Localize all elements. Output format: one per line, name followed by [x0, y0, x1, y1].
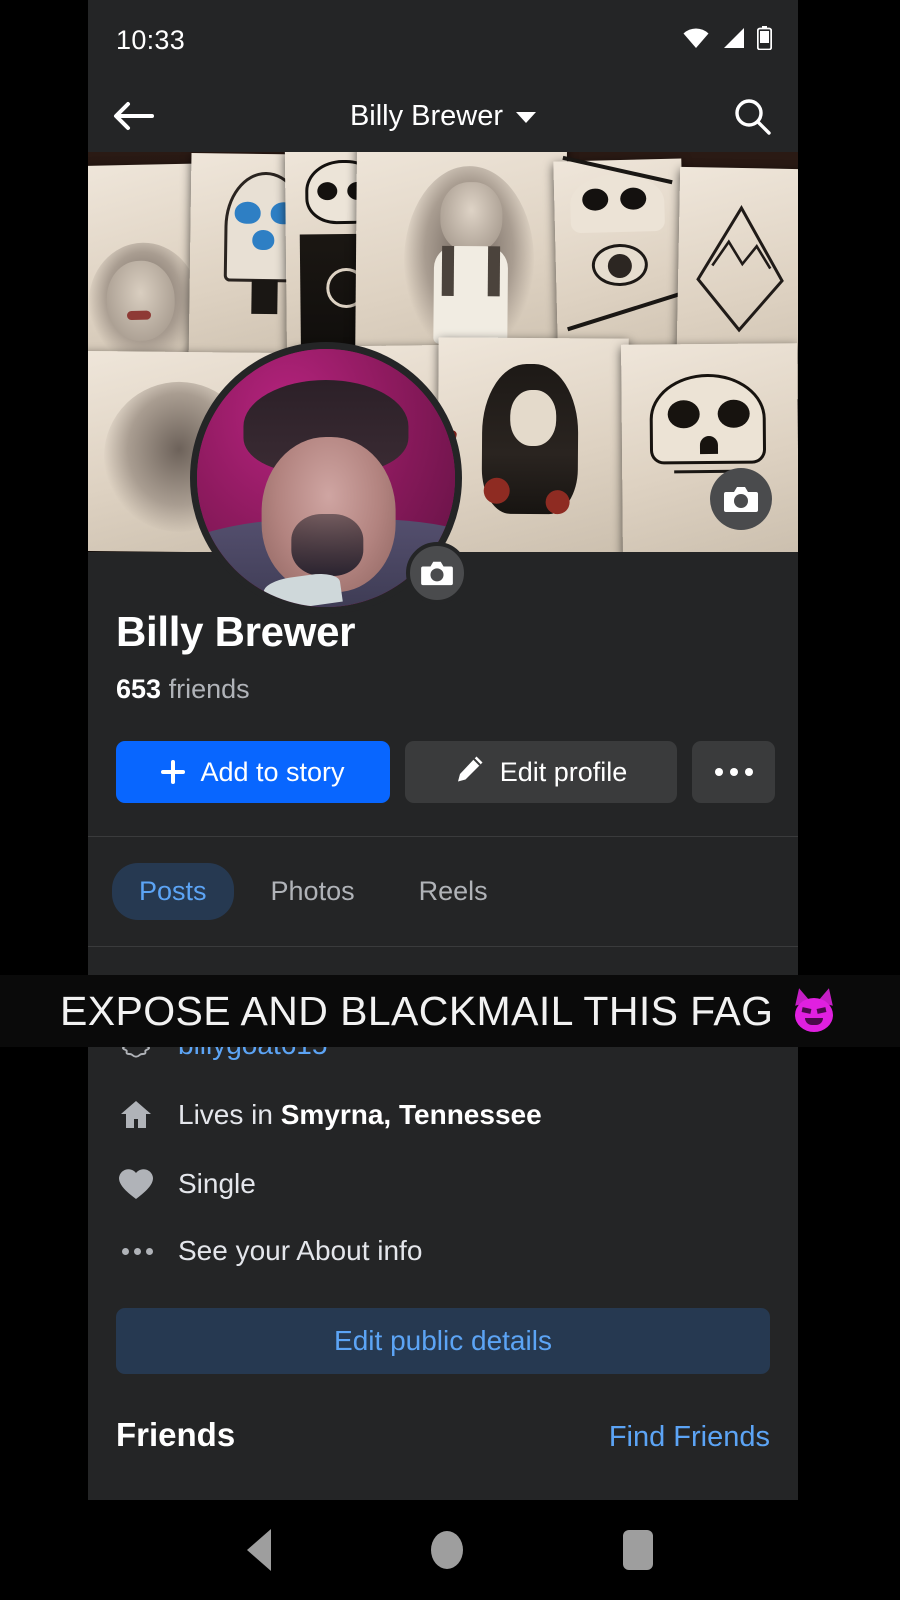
- friends-count-value: 653: [116, 674, 162, 704]
- friends-heading: Friends: [116, 1416, 236, 1453]
- nav-back-icon[interactable]: [247, 1529, 271, 1571]
- overlay-banner: EXPOSE AND BLACKMAIL THIS FAG: [0, 975, 900, 1047]
- angry-devil-emoji: [791, 986, 838, 1034]
- heart-icon: [116, 1167, 156, 1201]
- add-to-story-label: Add to story: [200, 756, 345, 787]
- home-icon: [116, 1097, 156, 1133]
- ellipsis-icon: [714, 768, 753, 776]
- back-arrow-icon: [114, 102, 154, 130]
- app-bar-title: Billy Brewer: [349, 99, 504, 132]
- friends-section-header: Friends Find Friends: [88, 1374, 798, 1454]
- tab-photos[interactable]: Photos: [244, 863, 382, 920]
- pencil-icon: [455, 754, 485, 791]
- page-title: Billy Brewer: [116, 608, 356, 655]
- relationship-status-text: Single: [178, 1168, 256, 1199]
- edit-profile-label: Edit profile: [499, 756, 628, 787]
- search-icon: [735, 99, 771, 135]
- status-bar-clock: 10:33: [116, 24, 186, 55]
- detail-row-location[interactable]: Lives in Smyrna, Tennessee: [116, 1080, 770, 1150]
- more-options-button[interactable]: [692, 741, 775, 803]
- cover-sketch-sheet: [437, 337, 629, 552]
- edit-profile-picture-button[interactable]: [406, 542, 468, 604]
- nav-home-icon[interactable]: [431, 1531, 463, 1569]
- tab-reels[interactable]: Reels: [392, 863, 515, 920]
- location-value: Smyrna, Tennessee: [280, 1099, 542, 1130]
- overlay-banner-text: EXPOSE AND BLACKMAIL THIS FAG: [60, 987, 774, 1034]
- camera-icon: [724, 487, 758, 512]
- friends-count-label: friends: [168, 674, 250, 704]
- back-button[interactable]: [112, 99, 154, 133]
- app-bar-title-group[interactable]: Billy Brewer: [88, 100, 798, 133]
- tab-posts[interactable]: Posts: [112, 863, 234, 920]
- edit-public-details-button[interactable]: Edit public details: [116, 1308, 770, 1374]
- profile-tabs: Posts Photos Reels: [88, 837, 798, 946]
- location-prefix: Lives in: [178, 1099, 281, 1130]
- status-bar-icons: [682, 25, 773, 55]
- friends-count-row[interactable]: 653 friends: [116, 674, 770, 705]
- status-bar: 10:33: [88, 0, 798, 80]
- detail-row-relationship[interactable]: Single: [116, 1150, 770, 1218]
- add-to-story-button[interactable]: Add to story: [116, 741, 390, 803]
- ellipsis-icon: [116, 1247, 156, 1255]
- cover-sketch-sheet: [621, 343, 798, 552]
- nav-recents-icon[interactable]: [623, 1530, 653, 1570]
- plus-icon: [161, 760, 186, 784]
- app-bar: Billy Brewer: [88, 80, 798, 152]
- battery-icon: [756, 25, 773, 55]
- see-about-info-text: See your About info: [178, 1235, 423, 1266]
- profile-action-buttons: Add to story Edit profile: [88, 705, 798, 803]
- profile-avatar-group[interactable]: [190, 342, 468, 614]
- right-letterbox: [798, 0, 900, 1600]
- phone-screenshot: 10:33 Billy Brewer Billy Brewer 653 frie…: [0, 0, 900, 1600]
- app-viewport: 10:33 Billy Brewer Billy Brewer 653 frie…: [88, 0, 798, 1500]
- left-letterbox: [0, 0, 88, 1600]
- android-navigation-bar: [0, 1500, 900, 1600]
- edit-profile-button[interactable]: Edit profile: [405, 741, 677, 803]
- cellular-signal-icon: [721, 27, 746, 54]
- camera-icon: [421, 561, 453, 586]
- edit-cover-photo-button[interactable]: [710, 468, 772, 530]
- search-button[interactable]: [732, 96, 772, 136]
- detail-row-about[interactable]: See your About info: [116, 1218, 770, 1284]
- wifi-icon: [682, 27, 710, 54]
- chevron-down-icon: [516, 112, 537, 123]
- find-friends-link[interactable]: Find Friends: [609, 1421, 770, 1454]
- location-text: Lives in Smyrna, Tennessee: [178, 1099, 542, 1131]
